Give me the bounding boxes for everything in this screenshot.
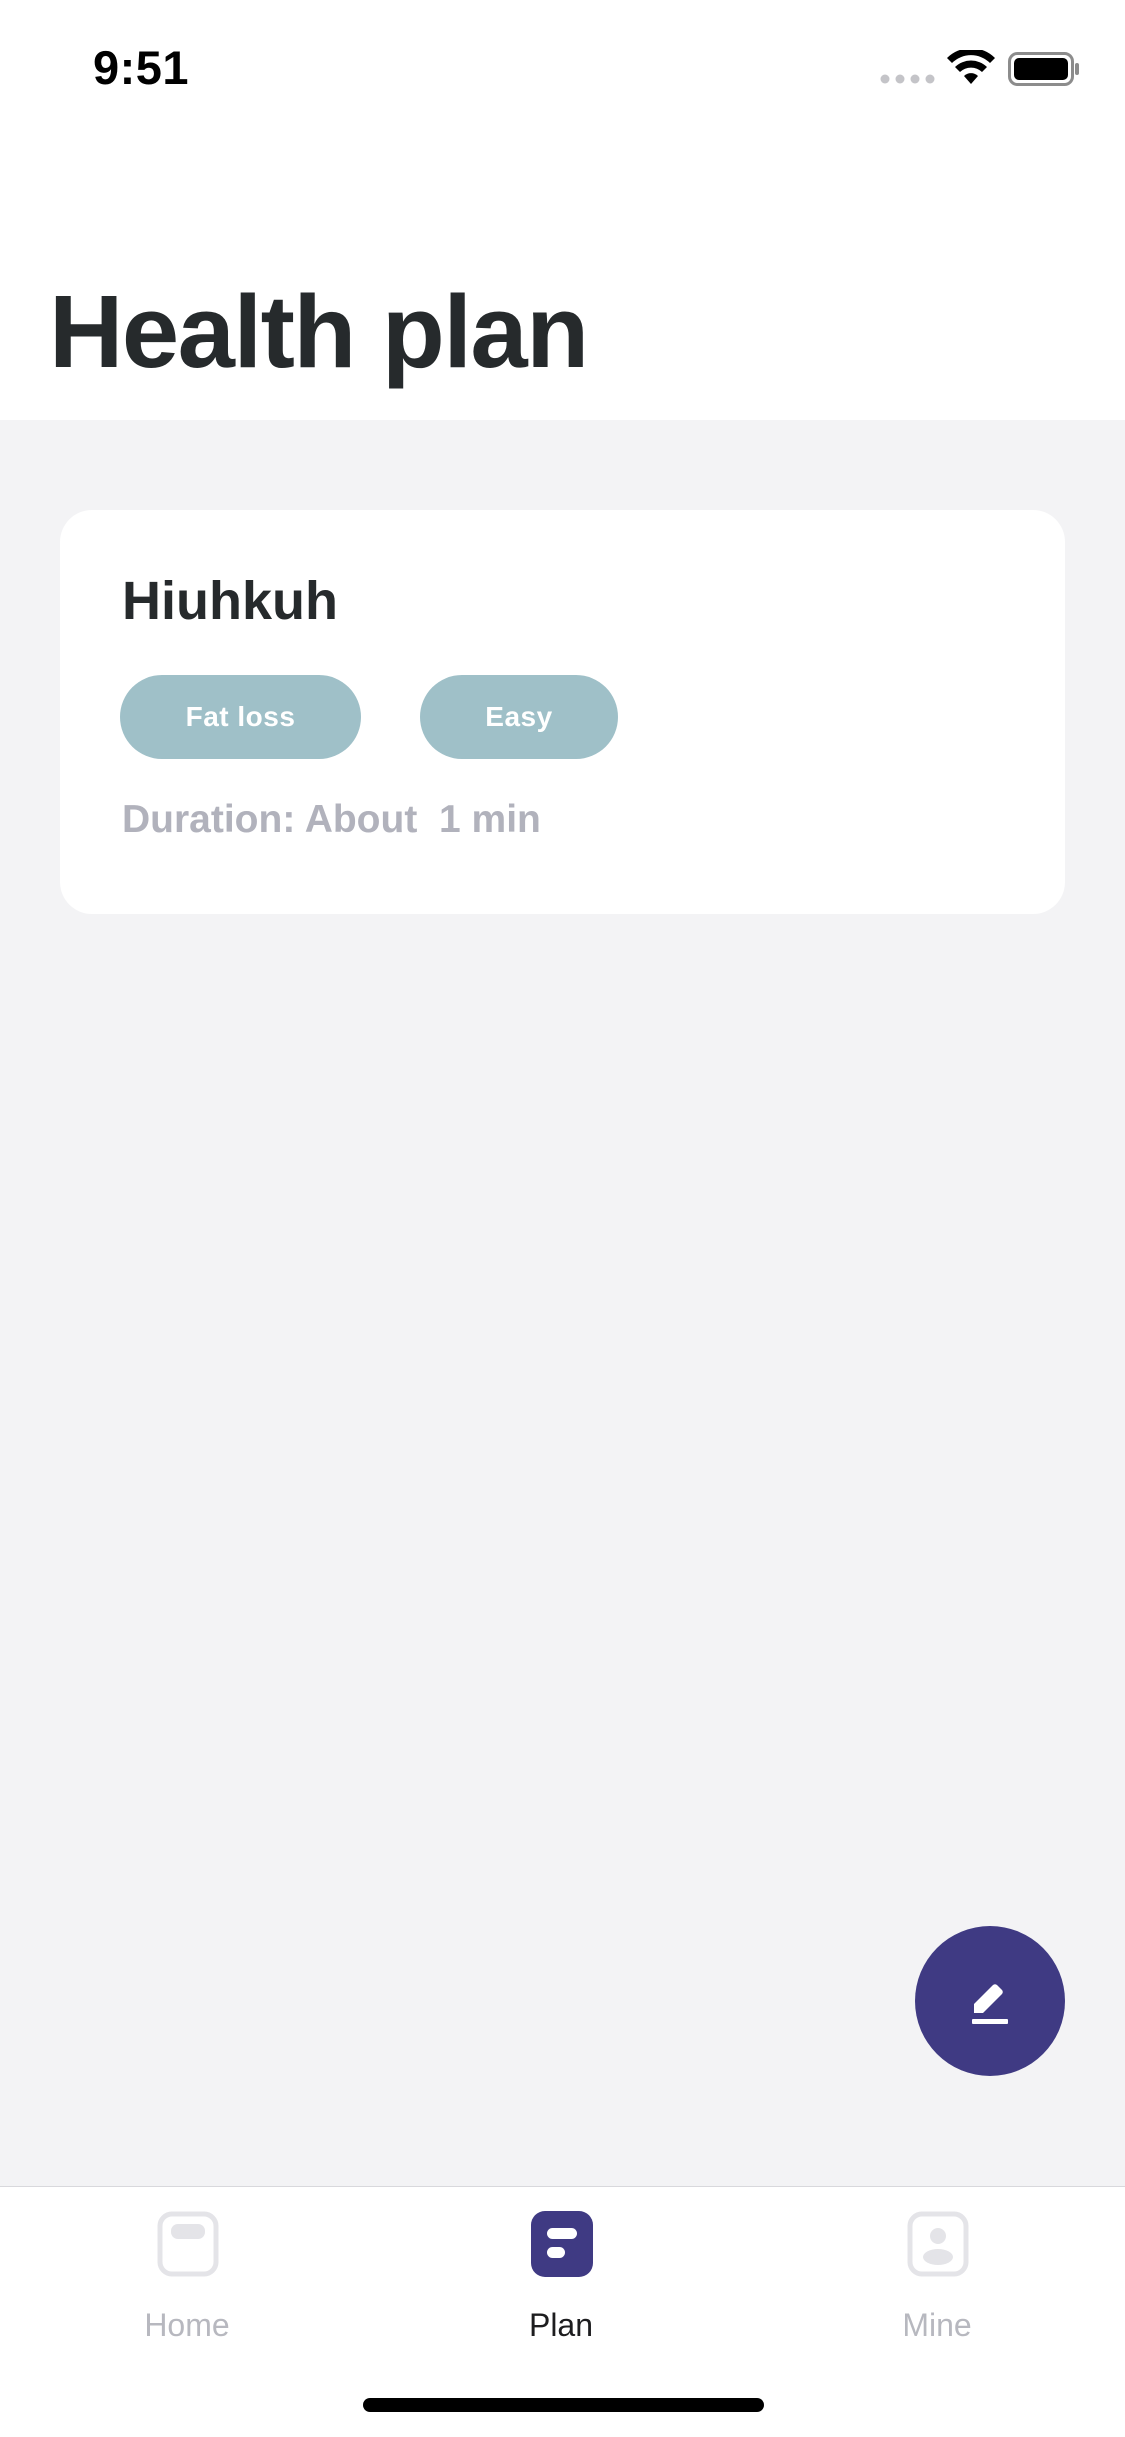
plan-card[interactable]: Hiuhkuh Fat loss Easy Duration: About 1 …: [60, 510, 1065, 914]
tab-plan[interactable]: Plan: [461, 2211, 661, 2351]
home-icon: [157, 2211, 219, 2277]
home-indicator[interactable]: [363, 2398, 764, 2412]
tab-home[interactable]: Home: [87, 2211, 287, 2351]
wifi-icon: [947, 50, 995, 84]
tab-home-label: Home: [144, 2307, 230, 2343]
tab-mine-label: Mine: [902, 2307, 972, 2343]
cellular-signal-icon: [880, 74, 935, 84]
tab-plan-label: Plan: [528, 2307, 594, 2343]
edit-plan-button[interactable]: [915, 1926, 1065, 2076]
edit-icon: [972, 1984, 1008, 2024]
tag-goal: Fat loss: [120, 675, 361, 759]
battery-icon: [1008, 52, 1079, 86]
header: 9:51 Health plan: [0, 0, 1125, 420]
plan-icon: [531, 2211, 593, 2277]
status-time: 9:51: [93, 41, 190, 94]
mine-icon: [907, 2211, 969, 2277]
page-title: Health plan: [49, 274, 589, 389]
plan-name: Hiuhkuh: [122, 571, 338, 631]
tab-mine[interactable]: Mine: [837, 2211, 1037, 2351]
tag-difficulty: Easy: [420, 675, 618, 759]
plan-duration: Duration: About 1 min: [122, 798, 541, 841]
